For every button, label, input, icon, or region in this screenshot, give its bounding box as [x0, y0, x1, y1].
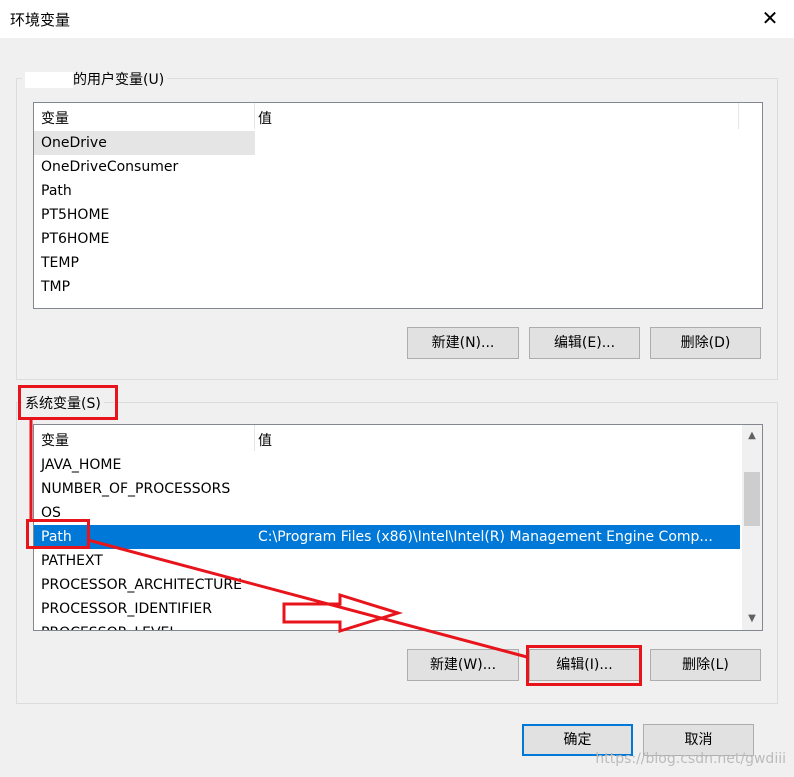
annotation-hollow-arrow — [282, 592, 404, 634]
annotation-line-path-to-edit — [87, 538, 528, 659]
annotation-arrows — [29, 420, 528, 659]
